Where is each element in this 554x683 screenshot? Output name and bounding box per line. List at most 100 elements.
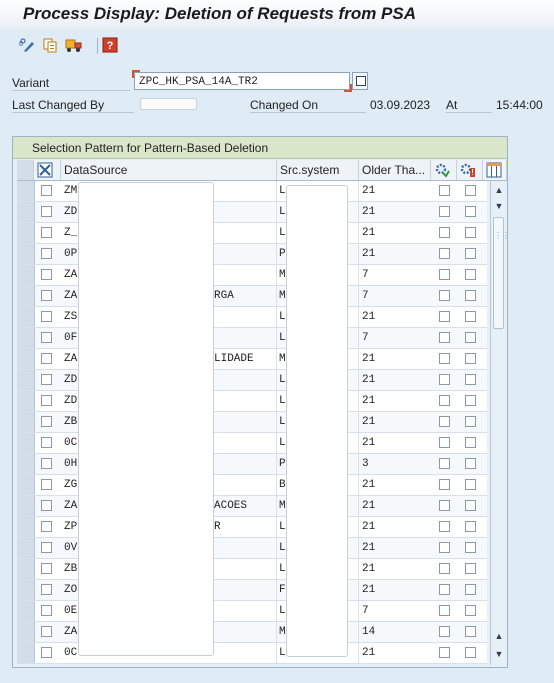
column-layout-icon[interactable]	[483, 160, 507, 180]
success-flag-checkbox[interactable]	[439, 248, 450, 259]
row-selector[interactable]	[17, 517, 35, 537]
row-checkbox[interactable]	[41, 458, 52, 469]
row-checkbox[interactable]	[41, 311, 52, 322]
scroll-down-arrow-icon[interactable]: ▼	[494, 201, 504, 211]
older-than-cell[interactable]: 21	[362, 475, 428, 495]
older-than-cell[interactable]: 21	[362, 223, 428, 243]
row-checkbox[interactable]	[41, 500, 52, 511]
error-flag-checkbox[interactable]	[465, 290, 476, 301]
scroll-page-down-icon[interactable]: ▼	[494, 649, 504, 659]
older-than-cell[interactable]: 7	[362, 286, 428, 306]
row-selector[interactable]	[17, 265, 35, 285]
success-flag-checkbox[interactable]	[439, 521, 450, 532]
settings-gear-icon[interactable]	[431, 160, 457, 180]
error-flag-checkbox[interactable]	[465, 626, 476, 637]
older-than-cell[interactable]: 21	[362, 349, 428, 369]
older-than-cell[interactable]: 21	[362, 643, 428, 663]
error-flag-checkbox[interactable]	[465, 248, 476, 259]
row-checkbox[interactable]	[41, 563, 52, 574]
row-selector[interactable]	[17, 391, 35, 411]
success-flag-checkbox[interactable]	[439, 332, 450, 343]
success-flag-checkbox[interactable]	[439, 626, 450, 637]
row-checkbox[interactable]	[41, 185, 52, 196]
row-checkbox[interactable]	[41, 437, 52, 448]
older-than-cell[interactable]: 21	[362, 370, 428, 390]
success-flag-checkbox[interactable]	[439, 458, 450, 469]
success-flag-checkbox[interactable]	[439, 269, 450, 280]
row-checkbox[interactable]	[41, 269, 52, 280]
row-selector[interactable]	[17, 496, 35, 516]
error-flag-checkbox[interactable]	[465, 563, 476, 574]
error-flag-checkbox[interactable]	[465, 521, 476, 532]
row-selector[interactable]	[17, 244, 35, 264]
error-flag-checkbox[interactable]	[465, 542, 476, 553]
row-selector[interactable]	[17, 454, 35, 474]
error-flag-checkbox[interactable]	[465, 269, 476, 280]
row-checkbox[interactable]	[41, 479, 52, 490]
row-selector[interactable]	[17, 202, 35, 222]
error-flag-checkbox[interactable]	[465, 584, 476, 595]
row-selector[interactable]	[17, 643, 35, 663]
row-selector[interactable]	[17, 307, 35, 327]
row-selector[interactable]	[17, 601, 35, 621]
success-flag-checkbox[interactable]	[439, 311, 450, 322]
older-than-cell[interactable]: 21	[362, 307, 428, 327]
row-checkbox[interactable]	[41, 605, 52, 616]
error-flag-checkbox[interactable]	[465, 185, 476, 196]
older-than-cell[interactable]: 21	[362, 496, 428, 516]
row-checkbox[interactable]	[41, 521, 52, 532]
row-selector[interactable]	[17, 475, 35, 495]
older-than-cell[interactable]: 7	[362, 265, 428, 285]
scroll-up-arrow-icon[interactable]: ▲	[494, 185, 504, 195]
table-vertical-scrollbar[interactable]: ▲ ▼ ⋮⋮ ▲ ▼	[490, 181, 510, 665]
row-selector[interactable]	[17, 286, 35, 306]
success-flag-checkbox[interactable]	[439, 584, 450, 595]
column-datasource[interactable]: DataSource	[61, 160, 277, 180]
success-flag-checkbox[interactable]	[439, 416, 450, 427]
success-flag-checkbox[interactable]	[439, 185, 450, 196]
row-checkbox[interactable]	[41, 647, 52, 658]
row-checkbox[interactable]	[41, 248, 52, 259]
row-checkbox[interactable]	[41, 353, 52, 364]
row-checkbox[interactable]	[41, 542, 52, 553]
older-than-cell[interactable]: 14	[362, 622, 428, 642]
success-flag-checkbox[interactable]	[439, 206, 450, 217]
row-selector[interactable]	[17, 328, 35, 348]
column-src-system[interactable]: Src.system	[277, 160, 359, 180]
row-selector[interactable]	[17, 622, 35, 642]
success-flag-checkbox[interactable]	[439, 542, 450, 553]
success-flag-checkbox[interactable]	[439, 437, 450, 448]
row-selector[interactable]	[17, 559, 35, 579]
success-flag-checkbox[interactable]	[439, 227, 450, 238]
row-checkbox[interactable]	[41, 395, 52, 406]
success-flag-checkbox[interactable]	[439, 500, 450, 511]
row-selector[interactable]	[17, 580, 35, 600]
error-flag-checkbox[interactable]	[465, 374, 476, 385]
error-flag-checkbox[interactable]	[465, 479, 476, 490]
older-than-cell[interactable]: 21	[362, 391, 428, 411]
row-checkbox[interactable]	[41, 416, 52, 427]
variant-field[interactable]: ZPC_HK_PSA_14A_TR2	[132, 70, 352, 92]
row-checkbox[interactable]	[41, 227, 52, 238]
older-than-cell[interactable]: 7	[362, 601, 428, 621]
row-selector[interactable]	[17, 223, 35, 243]
success-flag-checkbox[interactable]	[439, 395, 450, 406]
row-selector[interactable]	[17, 412, 35, 432]
success-flag-checkbox[interactable]	[439, 374, 450, 385]
error-flag-checkbox[interactable]	[465, 353, 476, 364]
row-selector[interactable]	[17, 349, 35, 369]
older-than-cell[interactable]: 21	[362, 202, 428, 222]
row-checkbox[interactable]	[41, 332, 52, 343]
error-flag-checkbox[interactable]	[465, 395, 476, 406]
row-checkbox[interactable]	[41, 290, 52, 301]
older-than-cell[interactable]: 21	[362, 412, 428, 432]
older-than-cell[interactable]: 21	[362, 559, 428, 579]
older-than-cell[interactable]: 21	[362, 433, 428, 453]
error-flag-checkbox[interactable]	[465, 605, 476, 616]
error-flag-checkbox[interactable]	[465, 206, 476, 217]
row-selector[interactable]	[17, 538, 35, 558]
error-flag-checkbox[interactable]	[465, 647, 476, 658]
value-help-button[interactable]	[352, 72, 368, 90]
success-flag-checkbox[interactable]	[439, 353, 450, 364]
older-than-cell[interactable]: 21	[362, 538, 428, 558]
